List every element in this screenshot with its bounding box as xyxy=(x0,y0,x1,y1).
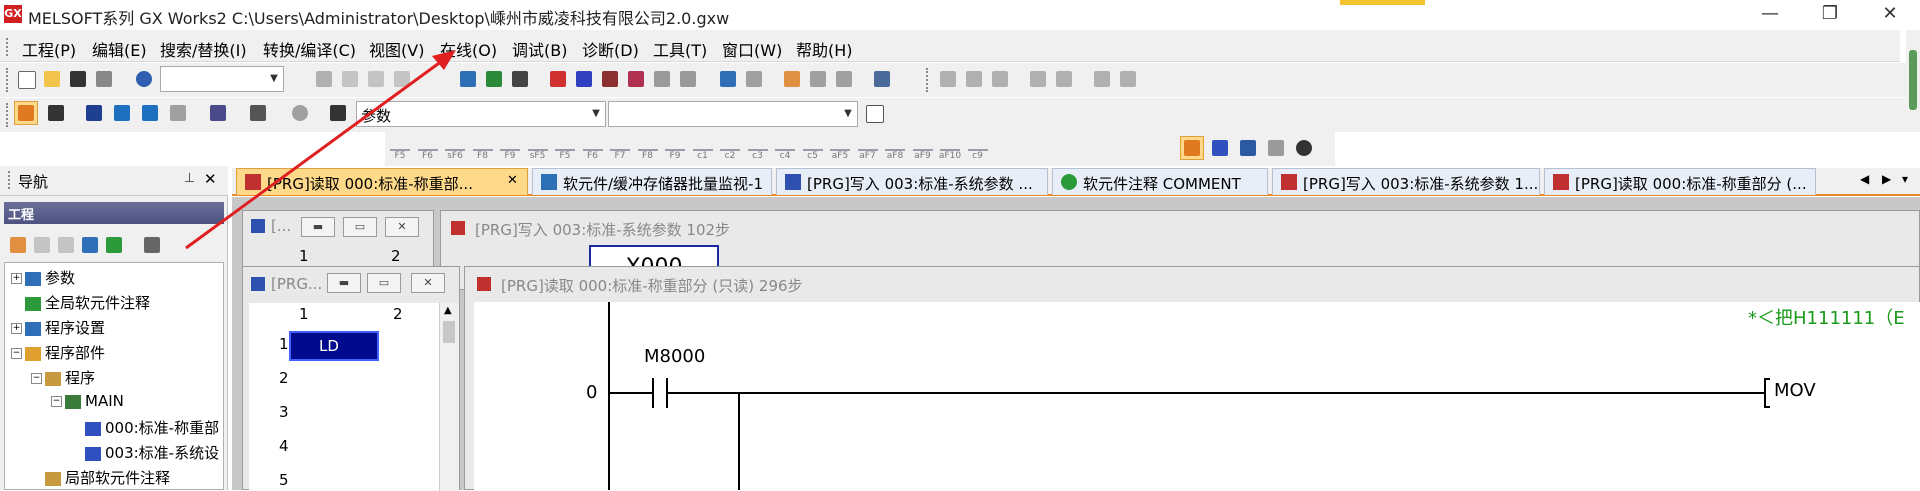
annotation-arrow xyxy=(185,50,456,250)
arrow-line xyxy=(185,56,447,250)
